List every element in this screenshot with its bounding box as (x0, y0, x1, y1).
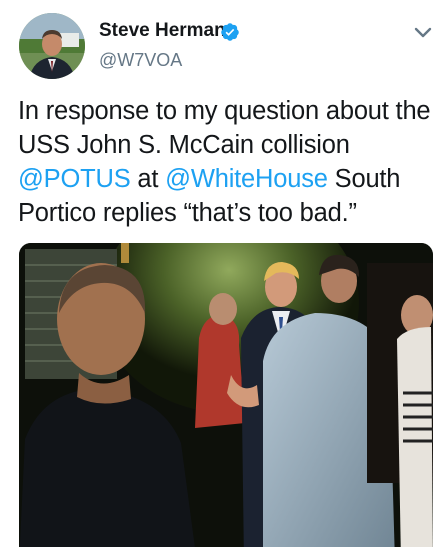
tweet-text-segment: at (130, 165, 166, 193)
tweet-photo[interactable] (19, 243, 433, 547)
tweet: Steve Herman @W7VOA In response to my qu… (0, 0, 443, 547)
author-display-name[interactable]: Steve Herman (99, 20, 226, 42)
author-avatar[interactable] (19, 13, 85, 79)
mention-link-whitehouse[interactable]: @WhiteHouse (165, 165, 328, 193)
verified-badge-icon (220, 22, 240, 42)
mention-link-potus[interactable]: @POTUS (18, 165, 131, 193)
tweet-text-segment: In response to my question about the USS… (18, 97, 431, 159)
tweet-text: In response to my question about the USS… (18, 94, 433, 230)
chevron-down-icon[interactable] (412, 24, 434, 42)
author-handle[interactable]: @W7VOA (99, 50, 182, 71)
